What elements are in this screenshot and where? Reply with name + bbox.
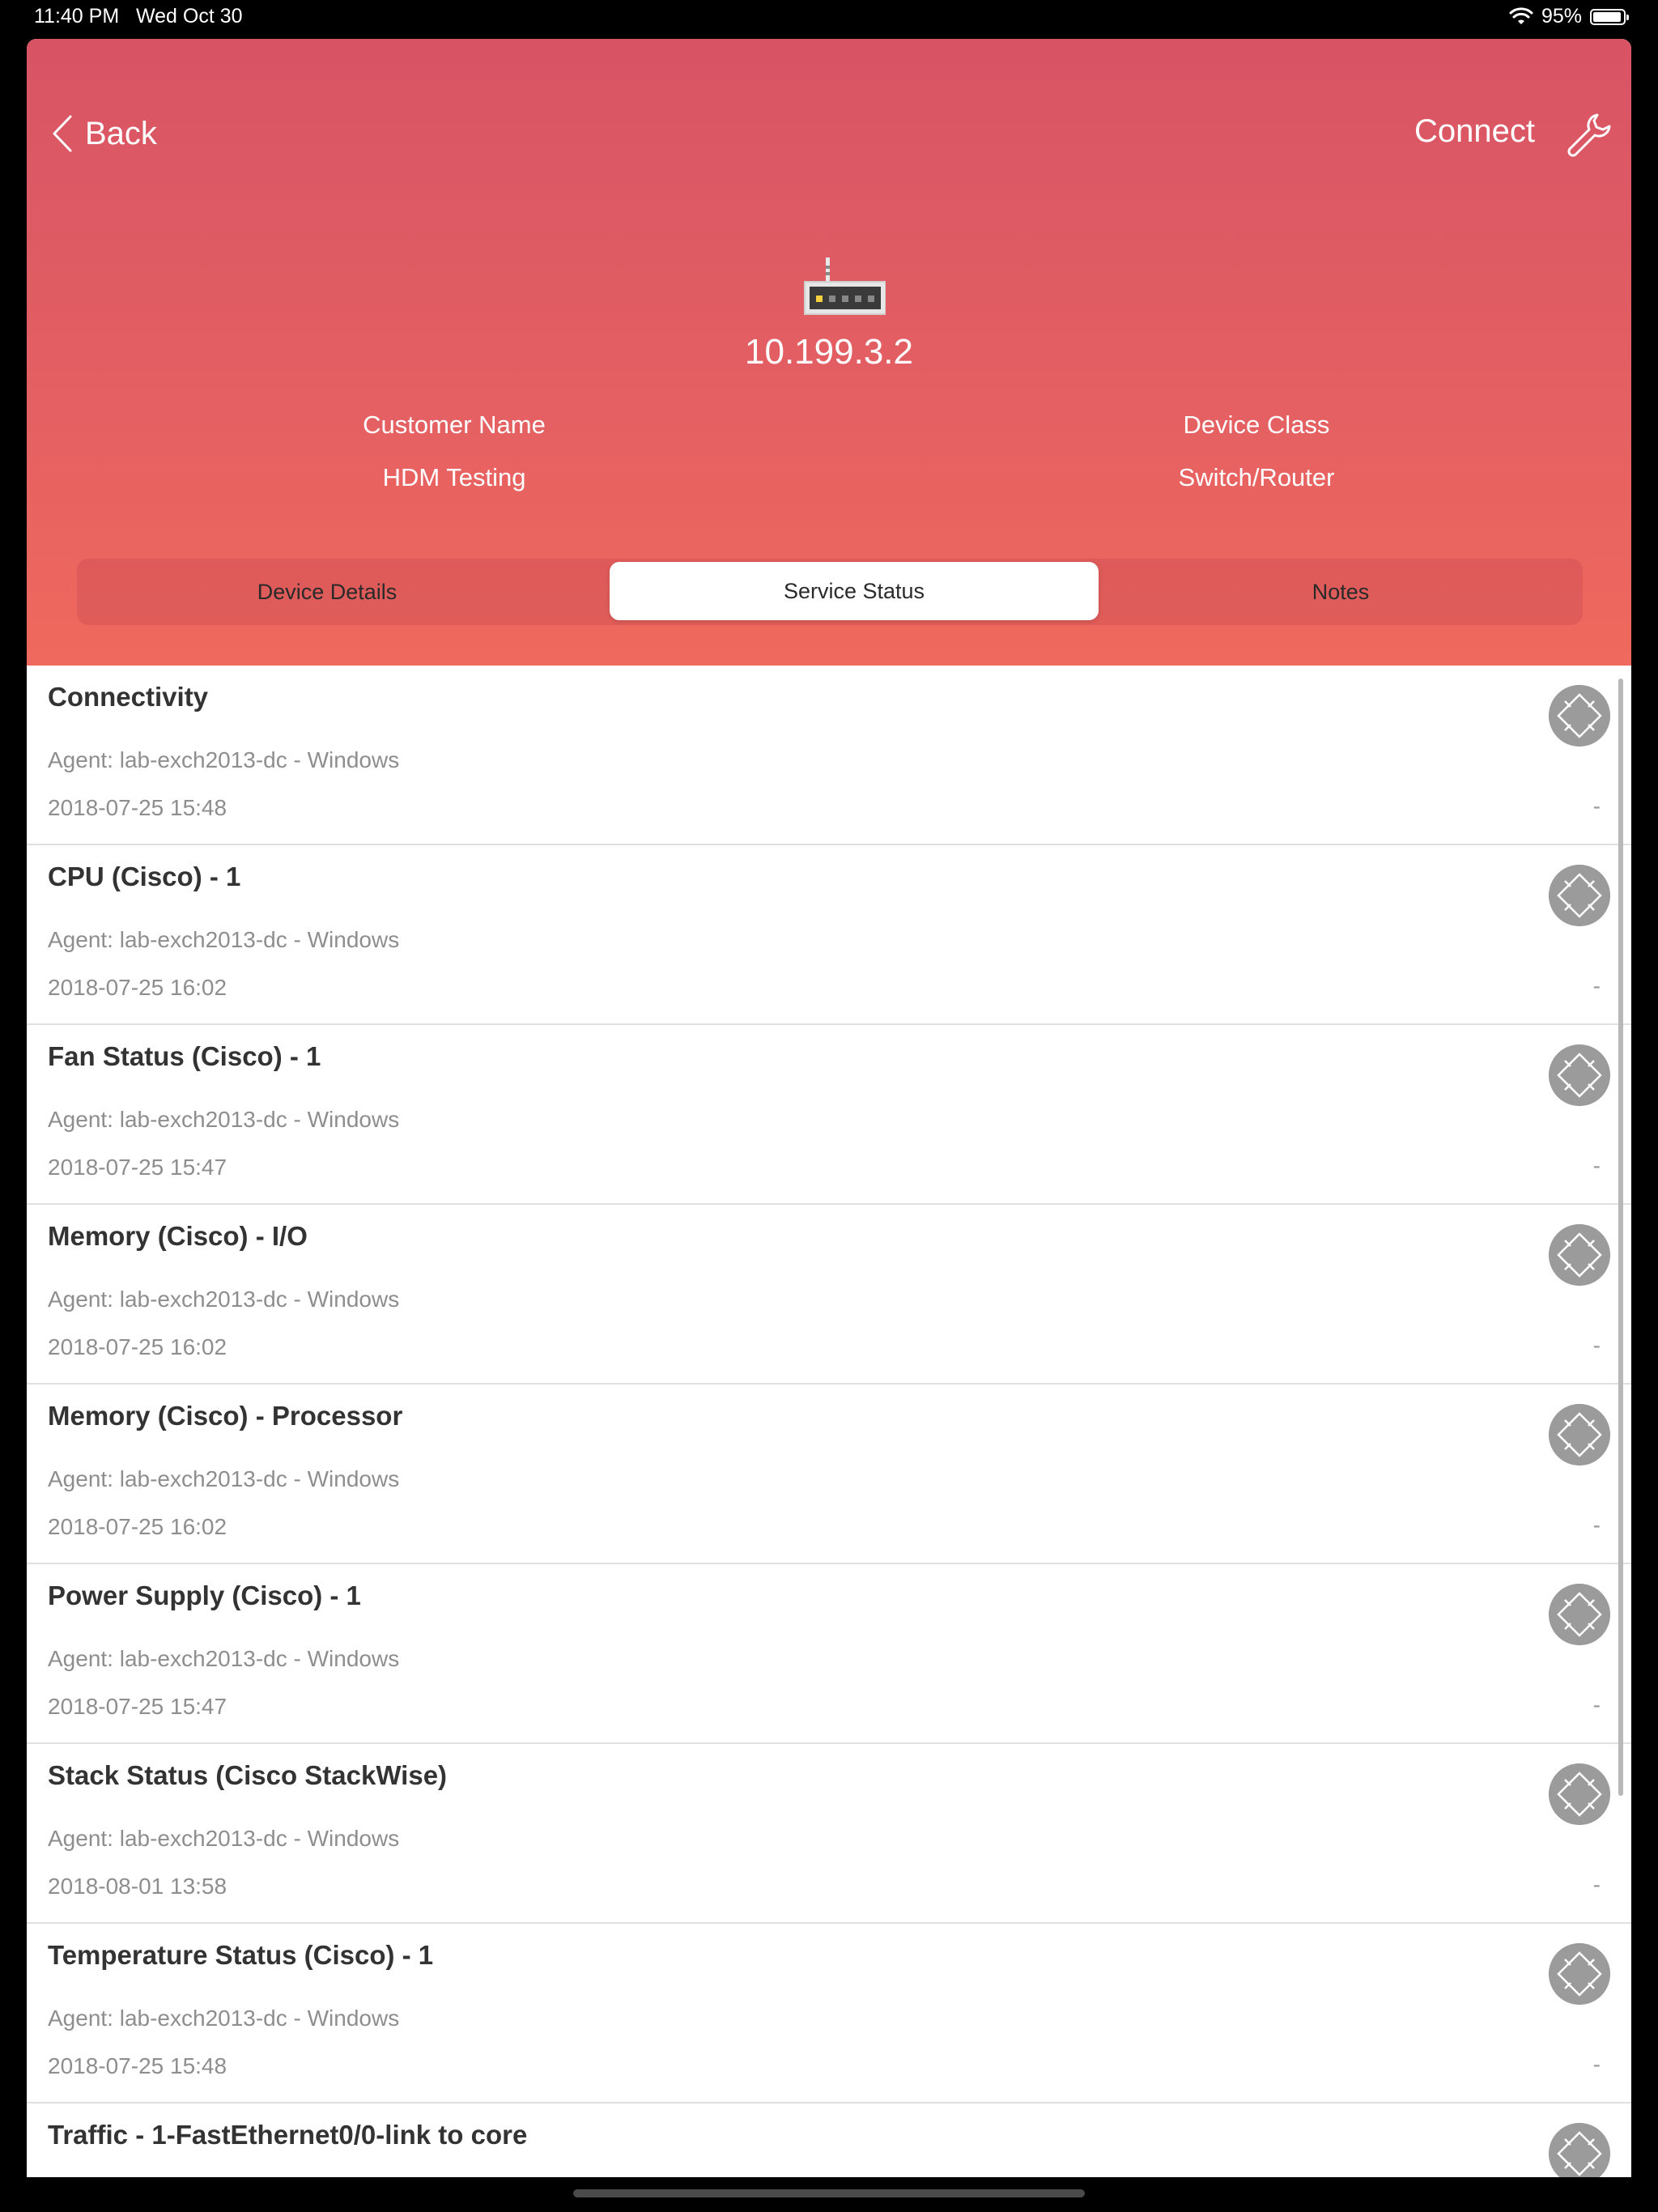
service-agent: Agent: lab-exch2013-dc - Windows — [48, 747, 400, 772]
service-title: Power Supply (Cisco) - 1 — [48, 1580, 361, 1610]
status-unknown-icon[interactable] — [1549, 1224, 1610, 1286]
device-class-label: Device Class — [1183, 410, 1330, 439]
service-title: Temperature Status (Cisco) - 1 — [48, 1940, 434, 1970]
customer-name-label: Customer Name — [363, 410, 546, 439]
service-row[interactable]: Traffic - 1-FastEthernet0/0-link to core — [27, 2104, 1631, 2177]
service-date: 2018-07-25 15:47 — [48, 1694, 227, 1719]
service-list: Connectivity Agent: lab-exch2013-dc - Win… — [27, 666, 1631, 2177]
status-unknown-icon[interactable] — [1549, 1763, 1610, 1825]
status-unknown-icon[interactable] — [1549, 1044, 1610, 1106]
service-title: Memory (Cisco) - I/O — [48, 1221, 308, 1251]
status-time-date: 11:40 PM Wed Oct 30 — [34, 5, 243, 28]
app-window: Back Connect 10.199.3.2 Customer Name HD… — [27, 39, 1631, 2177]
service-value: - — [1592, 1512, 1601, 1538]
service-date: 2018-07-25 15:48 — [48, 795, 227, 820]
scrollbar[interactable] — [1618, 678, 1623, 1796]
service-title: CPU (Cisco) - 1 — [48, 861, 241, 891]
service-agent: Agent: lab-exch2013-dc - Windows — [48, 2006, 400, 2031]
service-date: 2018-07-25 15:48 — [48, 2053, 227, 2078]
service-row[interactable]: Memory (Cisco) - Processor Agent: lab-exc… — [27, 1385, 1631, 1564]
service-date: 2018-07-25 15:47 — [48, 1155, 227, 1180]
status-unknown-icon[interactable] — [1549, 685, 1610, 747]
back-label: Back — [85, 115, 157, 151]
service-agent: Agent: lab-exch2013-dc - Windows — [48, 1107, 400, 1132]
service-value: - — [1592, 1333, 1601, 1358]
service-row[interactable]: Stack Status (Cisco StackWise) Agent: lab… — [27, 1744, 1631, 1924]
status-unknown-icon[interactable] — [1549, 2123, 1610, 2177]
status-unknown-icon[interactable] — [1549, 1404, 1610, 1465]
service-value: - — [1592, 1872, 1601, 1897]
router-icon — [804, 257, 886, 315]
battery-percent: 95% — [1541, 5, 1582, 28]
service-row[interactable]: Connectivity Agent: lab-exch2013-dc - Win… — [27, 666, 1631, 845]
device-class-value: Switch/Router — [1178, 463, 1335, 491]
service-title: Traffic - 1-FastEthernet0/0-link to core — [48, 2120, 528, 2150]
service-agent: Agent: lab-exch2013-dc - Windows — [48, 1826, 400, 1851]
segmented-tabs: Device Details Service Status Notes — [77, 559, 1583, 625]
wrench-icon[interactable] — [1565, 110, 1613, 159]
tab-notes[interactable]: Notes — [1099, 559, 1583, 625]
connect-button[interactable]: Connect — [1414, 113, 1535, 150]
service-title: Stack Status (Cisco StackWise) — [48, 1760, 448, 1790]
service-row[interactable]: Fan Status (Cisco) - 1 Agent: lab-exch201… — [27, 1025, 1631, 1205]
service-title: Connectivity — [48, 682, 209, 712]
service-agent: Agent: lab-exch2013-dc - Windows — [48, 1287, 400, 1312]
wifi-icon — [1509, 6, 1533, 24]
battery-fill — [1593, 11, 1621, 22]
status-date: Wed Oct 30 — [136, 5, 243, 28]
service-agent: Agent: lab-exch2013-dc - Windows — [48, 1646, 400, 1671]
service-value: - — [1592, 973, 1601, 998]
status-right: 95% — [1509, 5, 1629, 28]
chevron-left-icon — [53, 115, 72, 152]
service-agent: Agent: lab-exch2013-dc - Windows — [48, 927, 400, 952]
service-date: 2018-07-25 16:02 — [48, 1514, 227, 1539]
customer-name-value: HDM Testing — [382, 463, 526, 491]
tab-service-status[interactable]: Service Status — [610, 562, 1099, 620]
device-header: Back Connect 10.199.3.2 Customer Name HD… — [27, 39, 1631, 666]
service-agent: Agent: lab-exch2013-dc - Windows — [48, 1466, 400, 1491]
service-title: Fan Status (Cisco) - 1 — [48, 1041, 321, 1071]
home-indicator[interactable] — [573, 2189, 1085, 2197]
service-row[interactable]: CPU (Cisco) - 1 Agent: lab-exch2013-dc - … — [27, 845, 1631, 1025]
status-unknown-icon[interactable] — [1549, 865, 1610, 926]
status-unknown-icon[interactable] — [1549, 1943, 1610, 2005]
service-row[interactable]: Power Supply (Cisco) - 1 Agent: lab-exch2… — [27, 1564, 1631, 1744]
status-unknown-icon[interactable] — [1549, 1584, 1610, 1645]
battery-icon — [1590, 8, 1629, 25]
service-date: 2018-08-01 13:58 — [48, 1874, 227, 1899]
service-value: - — [1592, 793, 1601, 819]
service-row[interactable]: Temperature Status (Cisco) - 1 Agent: lab… — [27, 1924, 1631, 2104]
service-value: - — [1592, 1153, 1601, 1178]
service-date: 2018-07-25 16:02 — [48, 1334, 227, 1359]
status-bar: 11:40 PM Wed Oct 30 95% — [0, 0, 1658, 36]
device-ip: 10.199.3.2 — [745, 332, 913, 372]
service-title: Memory (Cisco) - Processor — [48, 1401, 403, 1431]
status-time: 11:40 PM — [34, 5, 120, 28]
service-value: - — [1592, 2052, 1601, 2077]
back-button[interactable]: Back — [51, 113, 157, 154]
service-value: - — [1592, 1692, 1601, 1717]
service-row[interactable]: Memory (Cisco) - I/O Agent: lab-exch2013-… — [27, 1205, 1631, 1385]
tab-device-details[interactable]: Device Details — [77, 559, 577, 625]
service-date: 2018-07-25 16:02 — [48, 975, 227, 1000]
